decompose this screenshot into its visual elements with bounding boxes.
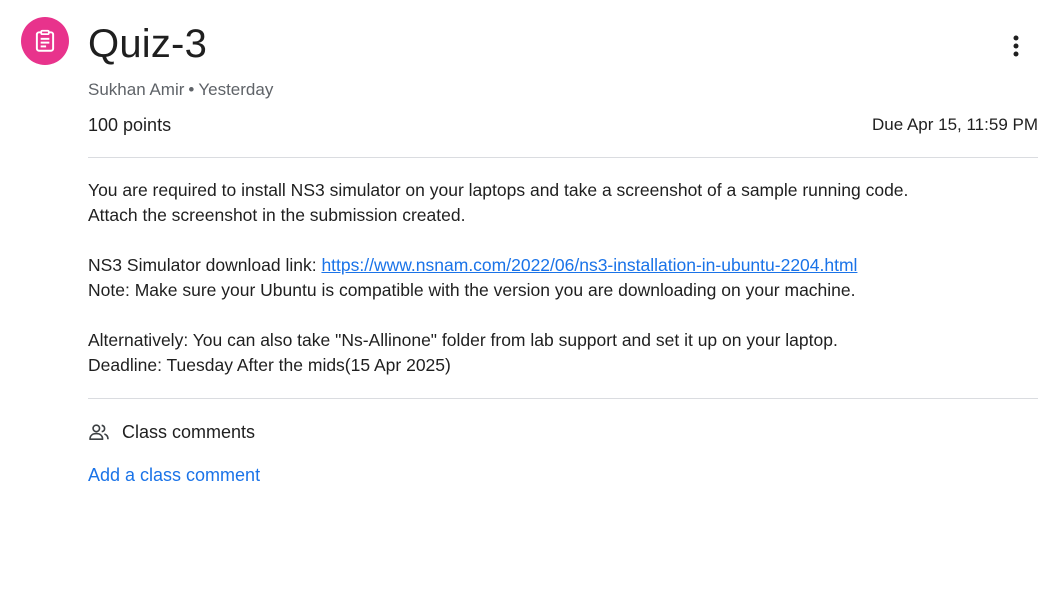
assignment-description: You are required to install NS3 simulato… <box>88 178 1038 378</box>
description-line: You are required to install NS3 simulato… <box>88 180 909 200</box>
description-line: Alternatively: You can also take "Ns-All… <box>88 330 838 350</box>
divider <box>88 398 1038 399</box>
page-title: Quiz-3 <box>88 22 208 66</box>
assignment-page: Quiz-3 Sukhan Amir • Yesterday 100 points … <box>0 0 1051 593</box>
download-link[interactable]: https://www.nsnam.com/2022/06/ns3-instal… <box>321 255 857 275</box>
more-vert-icon <box>1013 35 1019 57</box>
more-options-button[interactable] <box>996 26 1036 66</box>
clipboard-icon <box>35 29 55 52</box>
class-comments-header: Class comments <box>88 420 255 444</box>
assignment-meta: Sukhan Amir • Yesterday <box>88 79 273 101</box>
posted-time: Yesterday <box>198 80 274 99</box>
divider <box>88 157 1038 158</box>
link-prefix: NS3 Simulator download link: <box>88 255 322 275</box>
meta-separator: • <box>188 80 195 99</box>
download-link-line: NS3 Simulator download link: https://www… <box>88 253 1038 278</box>
people-icon <box>89 424 109 441</box>
add-class-comment-button[interactable]: Add a class comment <box>88 463 260 487</box>
assignment-icon <box>21 17 69 65</box>
points-label: 100 points <box>88 115 172 135</box>
due-date-label: Due Apr 15, 11:59 PM <box>871 115 1038 134</box>
description-line: Deadline: Tuesday After the mids(15 Apr … <box>88 355 451 375</box>
class-comments-label: Class comments <box>122 422 256 442</box>
author-name: Sukhan Amir <box>88 80 185 99</box>
description-line: Attach the screenshot in the submission … <box>88 205 466 225</box>
description-line: Note: Make sure your Ubuntu is compatibl… <box>88 280 856 300</box>
